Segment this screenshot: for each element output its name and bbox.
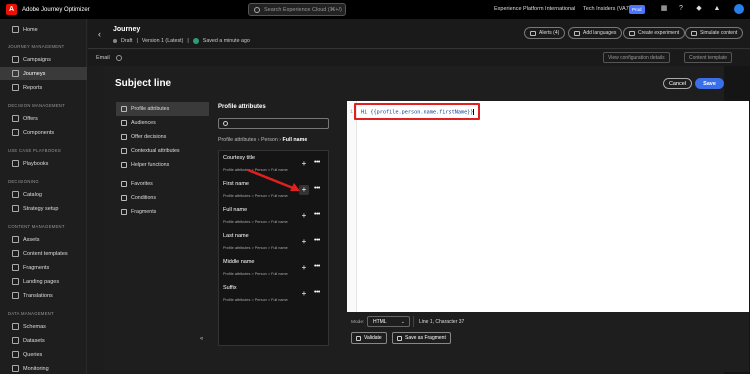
annotation-arrow-icon (247, 168, 300, 191)
